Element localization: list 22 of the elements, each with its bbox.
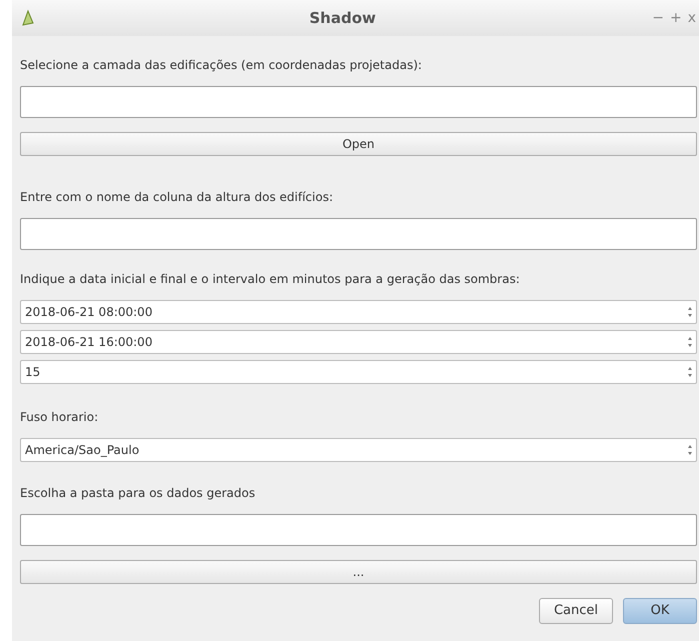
cancel-button[interactable]: Cancel xyxy=(539,598,613,624)
window-title: Shadow xyxy=(308,8,377,29)
app-icon xyxy=(20,9,36,27)
field-label: Fuso horario: xyxy=(20,409,100,426)
spin-box[interactable]: 2018-06-21 08:00:00 xyxy=(20,300,697,324)
spin-box[interactable]: 2018-06-21 16:00:00 xyxy=(20,330,697,354)
spin-arrows-icon[interactable] xyxy=(686,305,694,319)
combo-box[interactable]: America/Sao_Paulo xyxy=(20,438,697,462)
text-input[interactable] xyxy=(20,514,697,546)
push-button[interactable]: Open xyxy=(20,132,697,156)
field-label: Indique a data inicial e final e o intervalo em minutos para a geração das sombras: xyxy=(20,271,521,288)
spin-box[interactable]: 15 xyxy=(20,360,697,384)
text-input[interactable] xyxy=(20,86,697,118)
field-label: Escolha a pasta para os dados gerados xyxy=(20,485,256,502)
text-input[interactable] xyxy=(20,218,697,250)
field-label: Entre com o nome da coluna da altura dos edifícios: xyxy=(20,189,334,206)
ok-button[interactable]: OK xyxy=(623,598,697,624)
spin-arrows-icon[interactable] xyxy=(686,335,694,349)
field-label: Selecione a camada das edificações (em coordenadas projetadas): xyxy=(20,57,423,74)
push-button[interactable]: ... xyxy=(20,560,697,584)
spin-arrows-icon[interactable] xyxy=(686,365,694,379)
dropdown-arrows-icon[interactable] xyxy=(686,443,694,457)
